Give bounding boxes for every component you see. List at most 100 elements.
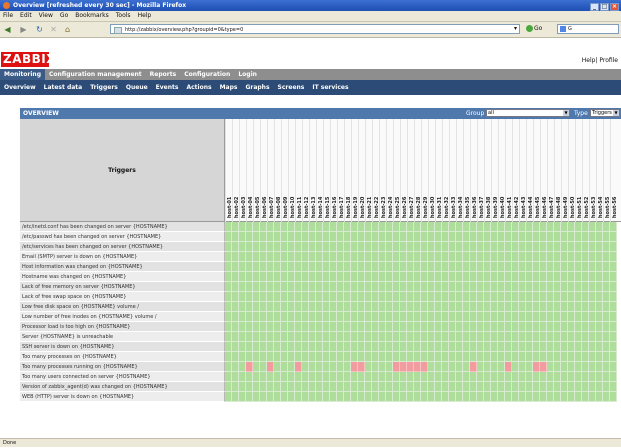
status-cell-ok[interactable] [568, 342, 575, 352]
status-cell-ok[interactable] [470, 262, 477, 272]
status-cell-ok[interactable] [526, 352, 533, 362]
status-cell-ok[interactable] [414, 322, 421, 332]
status-cell-ok[interactable] [260, 332, 267, 342]
status-cell-ok[interactable] [337, 392, 344, 402]
status-cell-ok[interactable] [400, 392, 407, 402]
status-cell-ok[interactable] [442, 272, 449, 282]
status-cell-ok[interactable] [316, 392, 323, 402]
status-cell-ok[interactable] [281, 282, 288, 292]
status-cell-ok[interactable] [610, 262, 617, 272]
status-cell-ok[interactable] [575, 252, 582, 262]
status-cell-ok[interactable] [526, 252, 533, 262]
status-cell-ok[interactable] [561, 332, 568, 342]
status-cell-ok[interactable] [519, 392, 526, 402]
status-cell-ok[interactable] [449, 272, 456, 282]
status-cell-ok[interactable] [393, 262, 400, 272]
status-cell-ok[interactable] [386, 372, 393, 382]
status-cell-ok[interactable] [491, 392, 498, 402]
status-cell-ok[interactable] [232, 322, 239, 332]
status-cell-ok[interactable] [386, 242, 393, 252]
status-cell-ok[interactable] [519, 292, 526, 302]
status-cell-ok[interactable] [274, 352, 281, 362]
status-cell-ok[interactable] [428, 332, 435, 342]
status-cell-ok[interactable] [477, 272, 484, 282]
status-cell-ok[interactable] [456, 242, 463, 252]
status-cell-ok[interactable] [596, 332, 603, 342]
browser-menu-bookmarks[interactable]: Bookmarks [75, 12, 109, 19]
status-cell-ok[interactable] [414, 282, 421, 292]
host-column-header[interactable]: host-29 [421, 119, 429, 222]
status-cell-ok[interactable] [225, 252, 232, 262]
status-cell-ok[interactable] [421, 222, 428, 232]
status-cell-ok[interactable] [267, 292, 274, 302]
status-cell-ok[interactable] [358, 232, 365, 242]
main-menu-reports[interactable]: Reports [146, 69, 181, 80]
status-cell-ok[interactable] [379, 342, 386, 352]
status-cell-ok[interactable] [225, 272, 232, 282]
status-cell-ok[interactable] [575, 232, 582, 242]
status-cell-ok[interactable] [344, 252, 351, 262]
status-cell-ok[interactable] [302, 332, 309, 342]
status-cell-ok[interactable] [309, 222, 316, 232]
status-cell-ok[interactable] [379, 282, 386, 292]
status-cell-ok[interactable] [232, 382, 239, 392]
sub-menu-events[interactable]: Events [156, 84, 179, 91]
status-cell-ok[interactable] [316, 352, 323, 362]
status-cell-ok[interactable] [295, 252, 302, 262]
status-cell-ok[interactable] [246, 322, 253, 332]
status-cell-ok[interactable] [484, 322, 491, 332]
host-column-header[interactable]: host-37 [477, 119, 485, 222]
status-cell-ok[interactable] [463, 372, 470, 382]
status-cell-ok[interactable] [491, 342, 498, 352]
status-cell-ok[interactable] [351, 372, 358, 382]
status-cell-ok[interactable] [498, 312, 505, 322]
status-cell-ok[interactable] [568, 252, 575, 262]
status-cell-ok[interactable] [512, 312, 519, 322]
status-cell-ok[interactable] [540, 292, 547, 302]
status-cell-ok[interactable] [442, 292, 449, 302]
status-cell-ok[interactable] [456, 362, 463, 372]
status-cell-ok[interactable] [498, 302, 505, 312]
status-cell-ok[interactable] [253, 222, 260, 232]
status-cell-ok[interactable] [610, 352, 617, 362]
status-cell-ok[interactable] [260, 312, 267, 322]
status-cell-ok[interactable] [309, 392, 316, 402]
status-cell-ok[interactable] [526, 362, 533, 372]
host-column-header[interactable]: host-05 [253, 119, 261, 222]
status-cell-ok[interactable] [505, 332, 512, 342]
status-cell-ok[interactable] [477, 242, 484, 252]
status-cell-ok[interactable] [407, 222, 414, 232]
status-cell-ok[interactable] [477, 372, 484, 382]
status-cell-ok[interactable] [337, 382, 344, 392]
status-cell-ok[interactable] [561, 352, 568, 362]
status-cell-ok[interactable] [533, 352, 540, 362]
status-cell-ok[interactable] [365, 312, 372, 322]
status-cell-ok[interactable] [225, 342, 232, 352]
host-column-header[interactable]: host-21 [365, 119, 373, 222]
status-cell-ok[interactable] [435, 252, 442, 262]
status-cell-ok[interactable] [225, 242, 232, 252]
status-cell-ok[interactable] [484, 312, 491, 322]
host-column-header[interactable]: host-25 [393, 119, 401, 222]
status-cell-ok[interactable] [470, 222, 477, 232]
status-cell-ok[interactable] [253, 332, 260, 342]
status-cell-ok[interactable] [512, 382, 519, 392]
status-cell-ok[interactable] [519, 222, 526, 232]
status-cell-ok[interactable] [477, 262, 484, 272]
status-cell-ok[interactable] [533, 292, 540, 302]
status-cell-ok[interactable] [547, 392, 554, 402]
status-cell-ok[interactable] [253, 232, 260, 242]
status-cell-ok[interactable] [253, 312, 260, 322]
status-cell-ok[interactable] [316, 302, 323, 312]
status-cell-ok[interactable] [358, 302, 365, 312]
status-cell-ok[interactable] [344, 332, 351, 342]
status-cell-ok[interactable] [491, 242, 498, 252]
status-cell-ok[interactable] [302, 362, 309, 372]
status-cell-ok[interactable] [526, 242, 533, 252]
status-cell-ok[interactable] [498, 242, 505, 252]
status-cell-ok[interactable] [344, 392, 351, 402]
status-cell-ok[interactable] [449, 292, 456, 302]
status-cell-ok[interactable] [400, 302, 407, 312]
host-column-header[interactable]: host-02 [232, 119, 240, 222]
status-cell-ok[interactable] [337, 222, 344, 232]
